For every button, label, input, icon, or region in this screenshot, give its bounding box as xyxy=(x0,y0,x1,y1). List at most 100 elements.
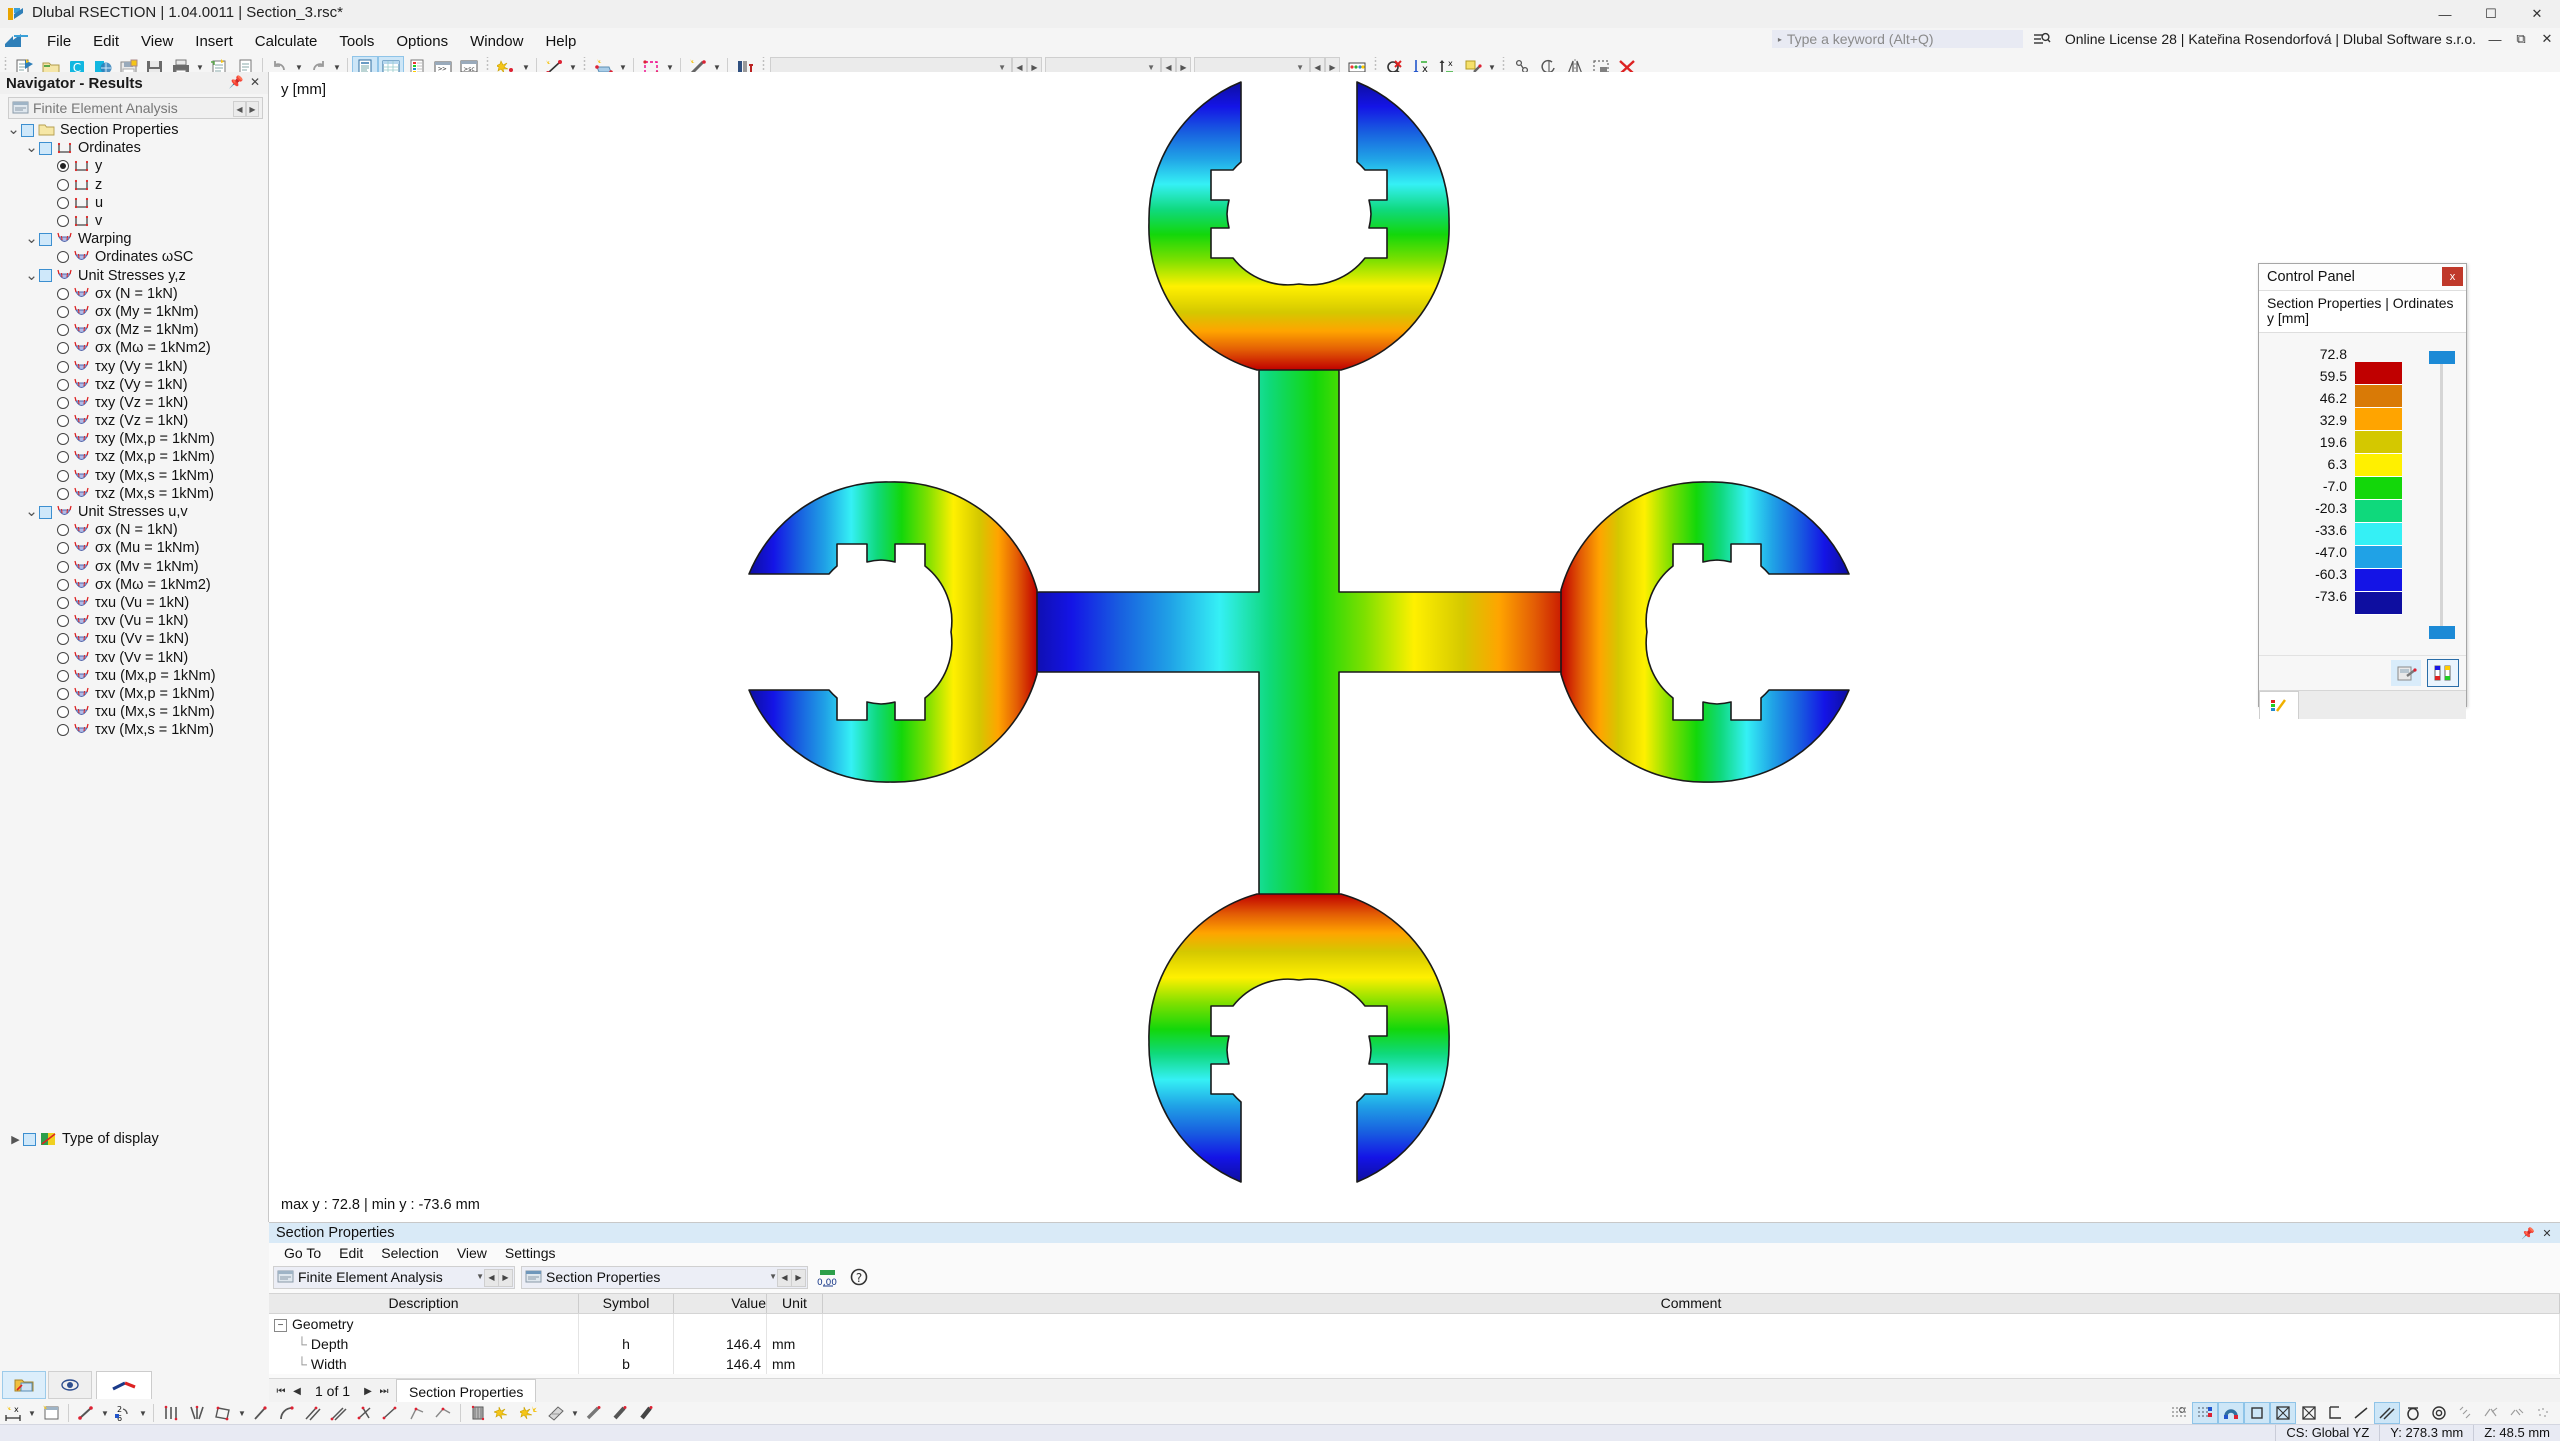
sidebar-item-unit-stresses-y-z[interactable]: ⌄ Unit Stresses y,z xyxy=(4,267,268,285)
doc-minimize-button[interactable]: — xyxy=(2482,25,2508,53)
cell-symbol[interactable] xyxy=(579,1314,674,1334)
table-menu-view[interactable]: View xyxy=(448,1243,496,1263)
cell-comment[interactable] xyxy=(823,1354,2560,1374)
ortho-mode-icon[interactable] xyxy=(2244,1402,2270,1424)
split-line-icon[interactable] xyxy=(430,1402,456,1424)
color-scale-band[interactable] xyxy=(2355,477,2402,500)
fillet-icon[interactable] xyxy=(378,1402,404,1424)
move-node-icon[interactable] xyxy=(73,1402,99,1424)
sidebar-item-xy-mx-p-1knm[interactable]: τxy (Mx,p = 1kNm) xyxy=(4,430,268,448)
point-cloud-b-icon[interactable] xyxy=(2478,1402,2504,1424)
tree-radio[interactable] xyxy=(57,669,69,682)
decimal-places-icon[interactable]: 0,00 xyxy=(815,1266,841,1288)
tree-radio[interactable] xyxy=(57,196,69,209)
tree-radio[interactable] xyxy=(57,706,69,719)
part-properties-icon[interactable] xyxy=(543,1402,569,1424)
color-scale-band[interactable] xyxy=(2355,569,2402,592)
chevron-down-icon[interactable]: ⌄ xyxy=(24,231,39,247)
close-icon[interactable]: ✕ xyxy=(247,74,263,90)
color-scale-band[interactable] xyxy=(2355,431,2402,454)
cell-comment[interactable] xyxy=(823,1334,2560,1354)
doc-close-button[interactable]: ✕ xyxy=(2534,25,2560,53)
section-drawing[interactable] xyxy=(269,72,2560,1222)
column-header[interactable]: Description xyxy=(269,1294,579,1313)
cell-description[interactable]: └ Depth xyxy=(269,1334,579,1354)
trim-icon[interactable] xyxy=(352,1402,378,1424)
navigator-view-button[interactable] xyxy=(2,1371,46,1399)
column-header[interactable]: Symbol xyxy=(579,1294,674,1313)
object-snap-icon[interactable] xyxy=(2218,1402,2244,1424)
table-analysis-next[interactable]: ▶ xyxy=(498,1268,513,1287)
color-scale-band[interactable] xyxy=(2355,385,2402,408)
chevron-down-icon[interactable]: ⌄ xyxy=(24,268,39,283)
chevron-down-icon[interactable]: ⌄ xyxy=(6,122,21,138)
object-snap-alt-icon[interactable] xyxy=(2296,1402,2322,1424)
palette-edit-icon[interactable] xyxy=(2391,660,2421,686)
sidebar-item-xu-mx-s-1knm[interactable]: τxu (Mx,s = 1kNm) xyxy=(4,703,268,721)
parallel-snap-icon[interactable] xyxy=(2374,1402,2400,1424)
sidebar-item-u[interactable]: u xyxy=(4,194,268,212)
chevron-down-icon[interactable]: ▼ xyxy=(769,1272,777,1281)
cell-unit[interactable]: mm xyxy=(767,1334,823,1354)
tree-radio[interactable] xyxy=(57,469,69,482)
control-panel[interactable]: Control Panel x Section Properties | Ord… xyxy=(2258,263,2467,719)
color-scale-band[interactable] xyxy=(2355,500,2402,523)
menu-item-insert[interactable]: Insert xyxy=(184,30,244,53)
concentric-snap-icon[interactable] xyxy=(2426,1402,2452,1424)
sidebar-item-xz-mx-p-1knm[interactable]: τxz (Mx,p = 1kNm) xyxy=(4,448,268,466)
color-scale-band[interactable] xyxy=(2355,454,2402,477)
prev-page-icon[interactable]: ◀ xyxy=(289,1382,305,1400)
grid-display-icon[interactable] xyxy=(2192,1402,2218,1424)
sidebar-item-x-mu-1knm[interactable]: σx (Mu = 1kNm) xyxy=(4,539,268,557)
tab-view-graphic[interactable] xyxy=(96,1371,152,1399)
sidebar-item-x-m-1knm2[interactable]: σx (Mω = 1kNm2) xyxy=(4,576,268,594)
tree-radio[interactable] xyxy=(57,560,69,573)
sidebar-item-section-properties[interactable]: ⌄ Section Properties xyxy=(4,121,268,139)
point-cloud-c-icon[interactable] xyxy=(2504,1402,2530,1424)
new-part-yellow-icon[interactable] xyxy=(491,1402,517,1424)
close-icon[interactable]: ✕ xyxy=(2539,1225,2555,1241)
chevron-right-icon[interactable]: ▶ xyxy=(8,1132,23,1147)
divide-line-icon[interactable]: 26 xyxy=(111,1402,137,1424)
sidebar-item-type-of-display[interactable]: ▶ Type of display xyxy=(0,1129,268,1149)
sidebar-item-xv-vu-1kn[interactable]: τxv (Vu = 1kN) xyxy=(4,612,268,630)
tree-checkbox[interactable] xyxy=(39,141,52,155)
collapse-group-icon[interactable]: − xyxy=(274,1318,287,1332)
hatch-part-icon[interactable] xyxy=(465,1402,491,1424)
sidebar-item-z[interactable]: z xyxy=(4,176,268,194)
tree-radio[interactable] xyxy=(57,396,69,409)
sidebar-item-xu-vv-1kn[interactable]: τxu (Vv = 1kN) xyxy=(4,630,268,648)
rectangle-dropdown-icon[interactable]: ▼ xyxy=(236,1402,248,1424)
table-analysis-combo[interactable]: Finite Element Analysis ▼ ◀ ▶ xyxy=(273,1265,515,1289)
sidebar-item-ordinates-sc[interactable]: Ordinates ωSC xyxy=(4,248,268,266)
tree-checkbox[interactable] xyxy=(39,505,52,519)
menu-item-window[interactable]: Window xyxy=(459,30,534,53)
table-row[interactable]: └ Depth h 146.4 mm xyxy=(269,1334,2560,1354)
column-header[interactable]: Value xyxy=(674,1294,767,1313)
menu-item-view[interactable]: View xyxy=(130,30,184,53)
sidebar-item-xz-vz-1kn[interactable]: τxz (Vz = 1kN) xyxy=(4,412,268,430)
sidebar-item-xy-vz-1kn[interactable]: τxy (Vz = 1kN) xyxy=(4,394,268,412)
cell-symbol[interactable]: h xyxy=(579,1334,674,1354)
stiffener2-icon[interactable] xyxy=(607,1402,633,1424)
line-snap-icon[interactable] xyxy=(2348,1402,2374,1424)
sidebar-item-xv-mx-s-1knm[interactable]: τxv (Mx,s = 1kNm) xyxy=(4,721,268,739)
analysis-next-button[interactable]: ▶ xyxy=(246,101,259,117)
pin-icon[interactable]: 📌 xyxy=(228,74,244,90)
tree-radio[interactable] xyxy=(57,633,69,646)
maximize-button[interactable]: ☐ xyxy=(2468,0,2514,28)
sidebar-item-x-mv-1knm[interactable]: σx (Mv = 1kNm) xyxy=(4,558,268,576)
parallel-lines-icon[interactable] xyxy=(158,1402,184,1424)
color-scale-band[interactable] xyxy=(2355,523,2402,546)
arc-draw-icon[interactable] xyxy=(274,1402,300,1424)
sidebar-item-x-n-1kn[interactable]: σx (N = 1kN) xyxy=(4,285,268,303)
corner-snap-icon[interactable] xyxy=(2322,1402,2348,1424)
table-menu-selection[interactable]: Selection xyxy=(372,1243,448,1263)
analysis-type-combo[interactable]: Finite Element Analysis ◀ ▶ xyxy=(8,97,263,119)
sidebar-item-xy-vy-1kn[interactable]: τxy (Vy = 1kN) xyxy=(4,357,268,375)
sidebar-item-x-mz-1knm[interactable]: σx (Mz = 1kNm) xyxy=(4,321,268,339)
chevron-down-icon[interactable]: ⌄ xyxy=(24,504,39,520)
sidebar-item-xu-mx-p-1knm[interactable]: τxu (Mx,p = 1kNm) xyxy=(4,667,268,685)
sidebar-item-xu-vu-1kn[interactable]: τxu (Vu = 1kN) xyxy=(4,594,268,612)
search-list-icon[interactable] xyxy=(2033,31,2051,47)
